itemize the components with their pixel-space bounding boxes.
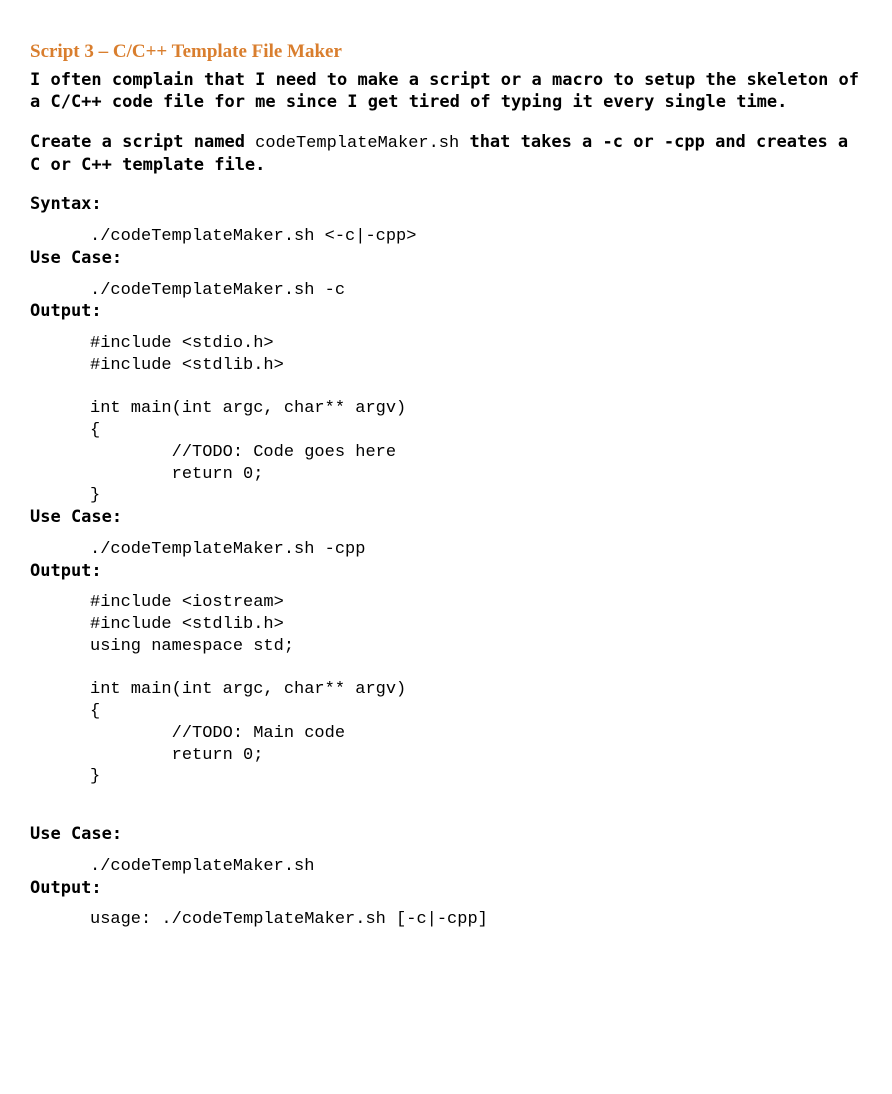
output2-code: #include <iostream> #include <stdlib.h> … [30, 592, 862, 788]
output2-label: Output: [30, 561, 862, 583]
intro-paragraph: I often complain that I need to make a s… [30, 70, 862, 114]
usecase2-label: Use Case: [30, 507, 862, 529]
output3-label: Output: [30, 878, 862, 900]
create-code-inline: codeTemplateMaker.sh [255, 134, 459, 153]
usecase3-label: Use Case: [30, 824, 862, 846]
syntax-command: ./codeTemplateMaker.sh <-c|-cpp> [30, 226, 862, 248]
output3-code: usage: ./codeTemplateMaker.sh [-c|-cpp] [30, 909, 862, 931]
output1-code: #include <stdio.h> #include <stdlib.h> i… [30, 333, 862, 507]
usecase1-command: ./codeTemplateMaker.sh -c [30, 280, 862, 302]
create-text-pre: Create a script named [30, 132, 255, 152]
usecase2-command: ./codeTemplateMaker.sh -cpp [30, 539, 862, 561]
section-heading: Script 3 – C/C++ Template File Maker [30, 40, 862, 64]
create-paragraph: Create a script named codeTemplateMaker.… [30, 132, 862, 177]
usecase3-command: ./codeTemplateMaker.sh [30, 856, 862, 878]
usecase1-label: Use Case: [30, 248, 862, 270]
syntax-label: Syntax: [30, 194, 862, 216]
output1-label: Output: [30, 301, 862, 323]
